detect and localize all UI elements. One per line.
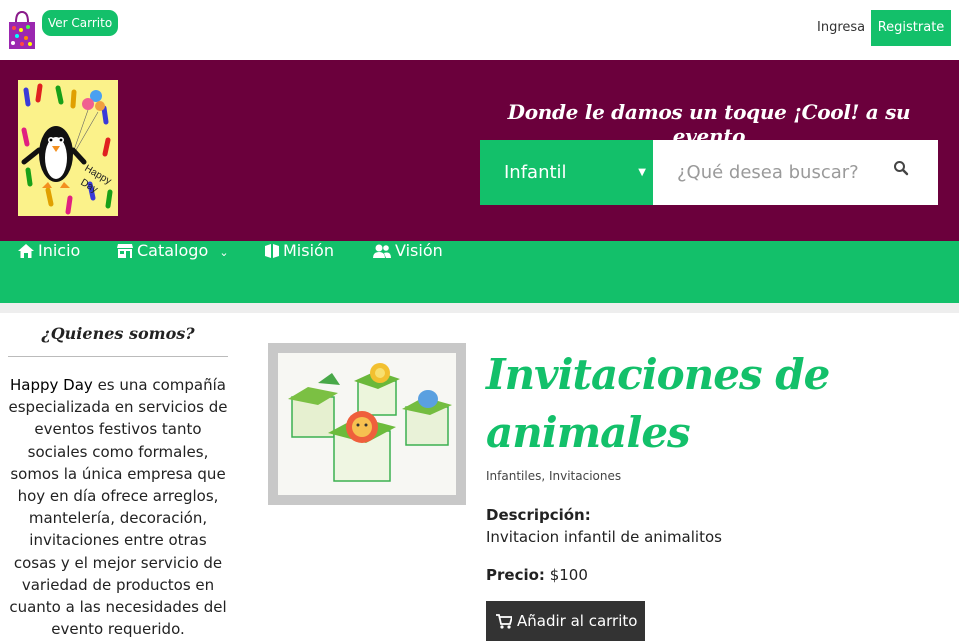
add-to-cart-label: Añadir al carrito	[517, 612, 638, 630]
search-button[interactable]	[893, 160, 923, 184]
nav-item-label: Misión	[283, 241, 334, 260]
invitation-box-left	[288, 387, 338, 438]
chevron-down-icon: ⌄	[219, 246, 229, 259]
view-cart-button[interactable]: Ver Carrito	[42, 10, 119, 36]
about-brand: Happy Day	[10, 376, 93, 394]
add-to-cart-button[interactable]: Añadir al carrito	[486, 601, 645, 641]
search-icon	[894, 161, 909, 176]
store-icon	[117, 244, 133, 258]
nav-item-inicio[interactable]: Inicio	[18, 241, 80, 303]
site-logo[interactable]: Happy Day	[18, 80, 118, 216]
price-label: Precio:	[486, 566, 545, 584]
product-categories[interactable]: Infantiles, Invitaciones	[486, 469, 621, 483]
shopping-bag-logo[interactable]	[8, 10, 36, 50]
description-label: Descripción:	[486, 506, 591, 524]
about-divider	[8, 356, 228, 357]
site-header: Happy Day Donde le damos un toque ¡Cool!…	[0, 60, 959, 241]
price-line: Precio: $100	[486, 566, 588, 584]
nav-divider	[0, 303, 959, 313]
nav-item-label: Inicio	[38, 241, 81, 260]
product-image-frame[interactable]	[268, 343, 466, 505]
nav-item-vision[interactable]: Visión	[373, 241, 443, 303]
about-text: Happy Day es una compañía especializada …	[8, 374, 228, 640]
product-title: Invitaciones de animales	[486, 350, 830, 457]
price-value: $100	[549, 566, 588, 584]
nav-item-catalogo[interactable]: Catalogo ⌄	[117, 241, 229, 303]
nav-item-mision[interactable]: Misión	[265, 241, 334, 303]
about-body: es una compañía especializada en servici…	[8, 376, 228, 639]
login-link[interactable]: Ingresa	[817, 20, 865, 35]
top-bar: Ver Carrito Ingresa Registrate	[0, 0, 959, 60]
home-icon	[18, 244, 34, 258]
nav-item-label: Catalogo	[137, 241, 209, 260]
category-select-value: Infantil	[504, 162, 567, 183]
main-nav: Inicio Catalogo ⌄ Misión Visión	[0, 241, 959, 303]
product-image	[278, 353, 456, 495]
description-text: Invitacion infantil de animalitos	[486, 528, 722, 546]
category-select[interactable]: Infantil ▼	[480, 140, 653, 205]
book-icon	[265, 244, 279, 258]
caret-down-icon: ▼	[638, 167, 646, 178]
nav-item-label: Visión	[395, 241, 443, 260]
about-title: ¿Quienes somos?	[41, 324, 195, 343]
register-button[interactable]: Registrate	[871, 10, 951, 46]
users-icon	[373, 244, 391, 258]
cart-icon	[496, 614, 514, 629]
